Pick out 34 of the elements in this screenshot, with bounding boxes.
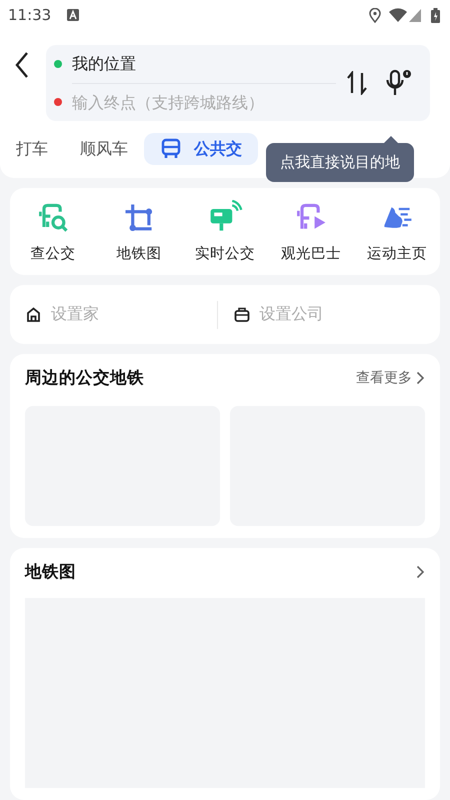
app-notification-icon [67,9,80,21]
destination-input[interactable]: 输入终点（支持跨城路线） [72,92,292,112]
voice-tooltip: 点我直接说目的地 [266,136,414,182]
tab[interactable]: 公共交 [144,133,258,165]
open-button[interactable] [416,565,425,579]
home-icon [26,307,41,322]
wifi-icon [389,8,407,22]
view-more-link[interactable]: 查看更多 [356,369,425,387]
chevron-icon [416,565,425,579]
back-icon[interactable] [14,51,30,79]
briefcase-icon [234,307,250,322]
tab[interactable]: 顺风车 [64,133,144,165]
shortcut-item[interactable]: 查公交 [13,200,93,263]
shortcut-item[interactable]: 地铁图 [99,200,179,263]
location-icon [369,8,381,22]
microphone-icon[interactable] [386,69,412,97]
shortcut-item[interactable]: 实时公交 [185,200,265,263]
shortcut-item[interactable]: 运动主页 [357,200,437,263]
swap-icon[interactable] [346,71,368,95]
place-text: 设置家 [51,304,99,325]
destination-dot [54,98,62,106]
chevron-icon [416,371,425,385]
section-title: 周边的公交地铁 [25,367,144,389]
origin-dot [54,60,62,68]
battery-icon [431,8,440,22]
bus-icon [160,138,182,160]
shortcut-item[interactable]: 观光巴士 [271,200,351,263]
place-text: 设置公司 [260,304,324,325]
signal-icon [409,8,421,22]
section-title: 地铁图 [25,561,76,583]
tooltip-pointer-icon [384,136,398,143]
status-time: 11:33 [8,6,52,24]
tab[interactable]: 打车 [14,133,64,165]
origin-text[interactable]: 我的位置 [72,54,136,74]
